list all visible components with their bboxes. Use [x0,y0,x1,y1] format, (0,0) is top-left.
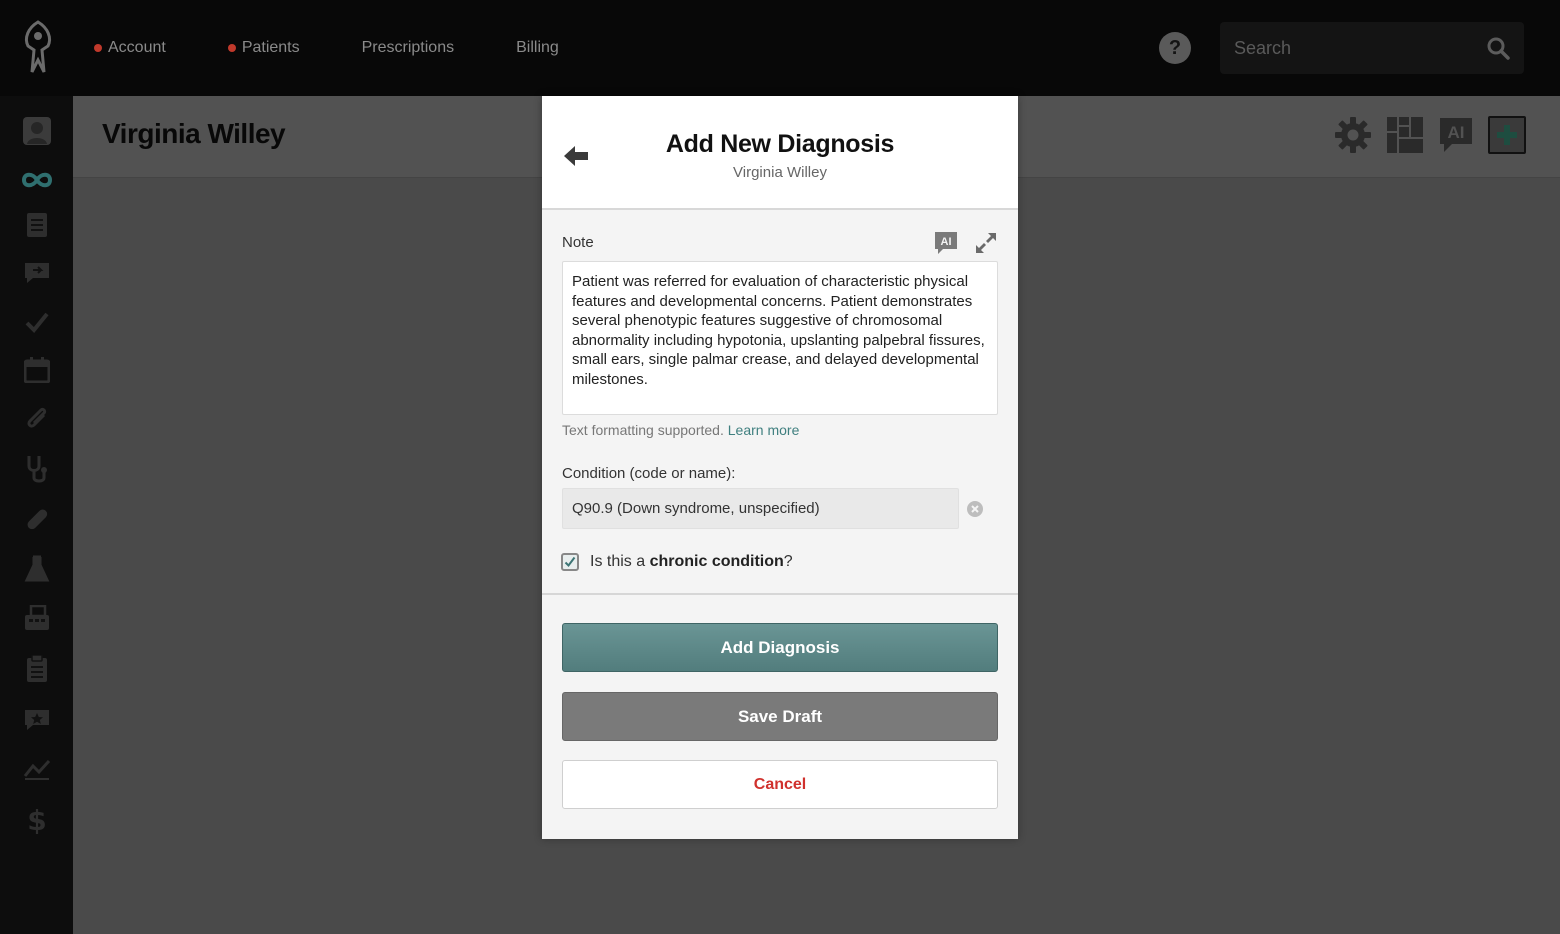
trends-icon[interactable] [20,752,54,786]
search-box [1220,22,1524,74]
chronic-condition-label: Is this a chronic condition? [590,553,793,571]
main-nav: Account Patients Prescriptions Billing [94,0,621,96]
app-logo[interactable] [18,20,58,76]
chronic-bold-text: chronic condition [649,553,784,570]
documents-icon[interactable] [20,208,54,242]
messages-icon[interactable] [20,256,54,290]
sidebar: $ [0,96,73,934]
divider [542,593,1018,595]
add-diagnosis-dialog: Add New Diagnosis Virginia Willey Note A… [542,96,1018,839]
chronic-prefix: Is this a [590,553,650,570]
add-diagnosis-button[interactable]: Add Diagnosis [562,623,998,672]
alert-dot [94,44,102,52]
expand-icon[interactable] [974,231,998,255]
nav-billing[interactable]: Billing [516,39,559,57]
nav-prescriptions[interactable]: Prescriptions [362,39,454,57]
chronic-condition-checkbox[interactable] [561,553,579,571]
fax-icon[interactable] [20,601,54,635]
note-label: Note [562,234,594,251]
nav-account-label: Account [108,39,166,56]
search-input[interactable] [1220,37,1470,59]
condition-label: Condition (code or name): [562,465,736,482]
format-hint-text: Text formatting supported. [562,422,724,438]
save-draft-button[interactable]: Save Draft [562,692,998,741]
profile-icon[interactable] [20,114,54,148]
attachments-icon[interactable] [20,402,54,436]
add-icon[interactable] [1488,116,1526,154]
dialog-subtitle: Virginia Willey [733,164,827,181]
nav-billing-label: Billing [516,39,559,56]
labs-icon[interactable] [20,552,54,586]
learn-more-link[interactable]: Learn more [728,422,800,438]
dialog-header: Add New Diagnosis Virginia Willey [542,96,1018,210]
alert-dot [227,44,236,52]
ai-assist-icon[interactable]: AI [934,231,958,255]
help-button[interactable]: ? [1159,32,1191,64]
settings-icon[interactable] [1334,116,1372,154]
dashboard-icon[interactable] [1386,116,1424,154]
calendar-icon[interactable] [20,353,54,387]
timeline-icon[interactable] [20,163,54,197]
nav-prescriptions-label: Prescriptions [361,39,455,56]
note-textarea[interactable]: Patient was referred for evaluation of c… [562,261,998,415]
svg-text:AI: AI [1448,123,1465,142]
clear-icon[interactable] [967,501,983,517]
tasks-icon[interactable] [20,305,54,339]
nav-patients[interactable]: Patients [227,39,300,57]
search-icon[interactable] [1486,36,1510,65]
svg-text:AI: AI [941,236,952,248]
svg-text:$: $ [27,804,46,834]
ai-assistant-icon[interactable]: AI [1437,116,1475,154]
nav-patients-label: Patients [241,39,300,56]
billing-icon[interactable]: $ [20,802,54,836]
medications-icon[interactable] [20,502,54,536]
reviews-icon[interactable] [20,703,54,737]
cancel-button[interactable]: Cancel [562,760,998,809]
stethoscope-icon[interactable] [20,452,54,486]
patient-name: Virginia Willey [102,118,286,149]
format-hint: Text formatting supported. Learn more [562,422,799,438]
clipboard-icon[interactable] [20,652,54,686]
condition-input[interactable] [562,488,959,529]
dialog-title: Add New Diagnosis [665,130,895,158]
nav-account[interactable]: Account [94,39,166,57]
top-navbar: Account Patients Prescriptions Billing ? [0,0,1560,96]
chronic-suffix: ? [783,553,793,570]
